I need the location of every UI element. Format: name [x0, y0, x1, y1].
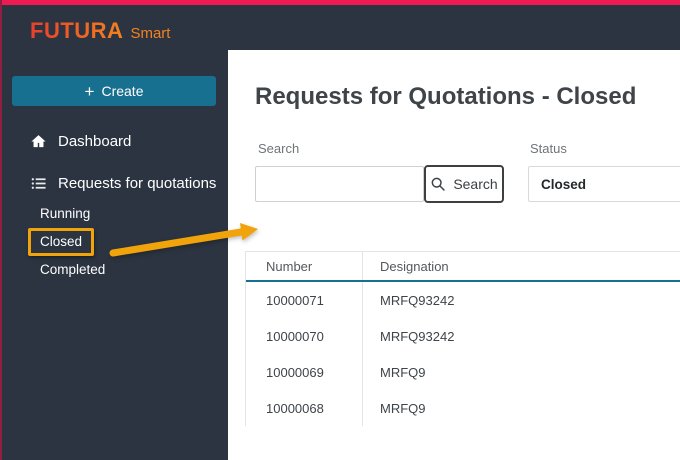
home-icon — [30, 133, 47, 150]
table-row[interactable]: 10000068 MRFQ9 — [246, 390, 680, 426]
cell-designation: MRFQ93242 — [380, 328, 455, 344]
page-title: Requests for Quotations - Closed — [255, 83, 637, 110]
cell-designation: MRFQ9 — [380, 364, 426, 380]
list-icon — [30, 175, 47, 192]
table-row[interactable]: 10000070 MRFQ93242 — [246, 318, 680, 354]
brand-suffix: Smart — [130, 25, 171, 42]
table-header-row: Number Designation — [246, 252, 680, 282]
rfq-table: Number Designation 10000071 MRFQ93242 10… — [245, 251, 680, 426]
status-selected-value: Closed — [541, 176, 587, 192]
sidebar-item-requests-for-quotations[interactable]: Requests for quotations — [30, 175, 216, 192]
sidebar-item-label: Closed — [40, 234, 83, 249]
sidebar-item-label: Dashboard — [58, 133, 132, 150]
status-label: Status — [530, 141, 567, 156]
sidebar-item-closed[interactable]: Closed — [28, 228, 95, 256]
top-accent-bar — [0, 0, 680, 5]
column-header-designation: Designation — [362, 252, 680, 280]
search-input[interactable] — [255, 166, 424, 202]
sidebar-item-dashboard[interactable]: Dashboard — [30, 133, 131, 150]
table-row[interactable]: 10000071 MRFQ93242 — [246, 282, 680, 318]
search-button-label: Search — [453, 176, 498, 192]
cell-number: 10000071 — [266, 292, 324, 308]
plus-icon: + — [84, 81, 95, 101]
column-header-number: Number — [266, 258, 313, 274]
cell-designation: MRFQ93242 — [380, 292, 455, 308]
search-label: Search — [258, 141, 300, 156]
sidebar-item-label: Requests for quotations — [58, 175, 217, 192]
cell-number: 10000069 — [266, 364, 324, 380]
cell-designation: MRFQ9 — [380, 400, 426, 416]
sidebar: + Create Dashboard Requests for quotatio… — [0, 0, 228, 460]
brand-name: FUTURA — [30, 18, 124, 43]
sidebar-item-completed[interactable]: Completed — [40, 262, 105, 277]
left-accent-edge — [0, 0, 2, 460]
create-button[interactable]: + Create — [12, 76, 216, 106]
table-row[interactable]: 10000069 MRFQ9 — [246, 354, 680, 390]
brand-logo: FUTURA Smart — [30, 18, 170, 44]
cell-number: 10000070 — [266, 328, 324, 344]
cell-number: 10000068 — [266, 400, 324, 416]
status-select[interactable]: Closed — [528, 166, 680, 202]
sidebar-item-running[interactable]: Running — [40, 206, 90, 221]
magnifier-icon — [430, 176, 446, 192]
search-button[interactable]: Search — [424, 165, 504, 203]
main-content: Requests for Quotations - Closed Search … — [228, 50, 680, 460]
app-window: FUTURA Smart + Create Dashboard Requests … — [0, 0, 680, 460]
create-button-label: Create — [101, 83, 144, 99]
